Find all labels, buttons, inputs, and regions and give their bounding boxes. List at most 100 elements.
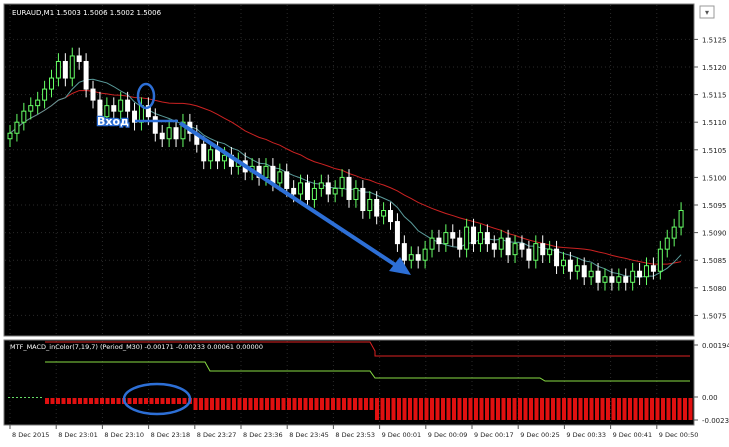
histogram-bar <box>281 398 286 410</box>
time-label: 9 Dec 00:09 <box>428 431 468 439</box>
candle-body <box>166 127 172 140</box>
candle-body <box>408 254 414 261</box>
indicator-scale-label: 0.00194 <box>702 342 729 350</box>
candle-body <box>464 226 470 250</box>
candle-body <box>304 182 310 200</box>
candle-body <box>491 243 497 250</box>
candle-body <box>35 99 41 107</box>
histogram-bar <box>215 398 220 410</box>
histogram-bar <box>490 398 495 420</box>
price-label: 1.5120 <box>702 64 727 72</box>
histogram-bar <box>56 398 60 404</box>
candle-body <box>277 171 283 184</box>
candle-body <box>118 99 124 112</box>
time-label: 8 Dec 2015 <box>12 431 49 439</box>
histogram-bar <box>529 398 533 420</box>
candle-body <box>498 237 504 250</box>
histogram-bar <box>325 398 330 410</box>
candle-body <box>42 88 48 101</box>
zero-dot <box>8 397 10 398</box>
candle-body <box>221 154 227 162</box>
candle-body <box>581 265 587 278</box>
time-label: 9 Dec 00:25 <box>520 431 560 439</box>
candle-body <box>623 276 629 283</box>
histogram-bar <box>265 398 269 410</box>
zero-dot <box>36 397 38 398</box>
histogram-bar <box>61 398 66 404</box>
histogram-bar <box>254 398 258 410</box>
histogram-bar <box>545 398 550 420</box>
histogram-bar <box>413 398 418 420</box>
histogram-bar <box>72 398 77 404</box>
histogram-bar <box>474 398 478 420</box>
histogram-bar <box>666 398 671 420</box>
histogram-bar <box>551 398 555 420</box>
histogram-bar <box>375 398 379 420</box>
histogram-bar <box>232 398 236 410</box>
candle-body <box>595 270 601 283</box>
histogram-bar <box>100 398 104 404</box>
histogram-bar <box>116 398 121 404</box>
zero-dot <box>16 397 18 398</box>
histogram-bar <box>567 398 572 420</box>
histogram-bar <box>650 398 654 420</box>
candle-body <box>567 259 573 272</box>
histogram-bar <box>67 398 71 404</box>
histogram-bar <box>639 398 643 420</box>
histogram-bar <box>507 398 511 420</box>
zero-dot <box>12 397 14 398</box>
candle-body <box>609 276 615 283</box>
time-label: 9 Dec 00:41 <box>613 431 653 439</box>
candle-body <box>76 55 82 62</box>
price-label: 1.5105 <box>702 147 727 155</box>
histogram-bar <box>364 398 368 410</box>
candle-body <box>436 237 442 245</box>
candle-body <box>415 254 421 261</box>
histogram-bar <box>309 398 313 410</box>
candle-body <box>49 77 55 90</box>
histogram-bar <box>89 398 93 404</box>
histogram-bar <box>111 398 115 404</box>
time-label: 8 Dec 23:18 <box>151 431 191 439</box>
price-label: 1.5095 <box>702 202 727 210</box>
candle-body <box>637 270 643 278</box>
candle-body <box>270 165 276 184</box>
candle-body <box>346 176 352 200</box>
histogram-bar <box>259 398 264 410</box>
histogram-bar <box>661 398 665 420</box>
histogram-bar <box>342 398 346 410</box>
histogram-bar <box>578 398 583 420</box>
histogram-bar <box>45 398 49 404</box>
indicator-scale-label: 0.00 <box>702 394 718 402</box>
candle-body <box>560 259 566 267</box>
candle-body <box>394 221 400 245</box>
candle-body <box>374 198 380 217</box>
candle-body <box>90 88 96 101</box>
candle-body <box>671 226 677 239</box>
histogram-bar <box>622 398 627 420</box>
histogram-bar <box>358 398 363 410</box>
candle-body <box>547 248 553 256</box>
candle-body <box>616 276 622 283</box>
price-label: 1.5075 <box>702 312 727 320</box>
candle-body <box>173 127 179 140</box>
time-label: 8 Dec 23:10 <box>104 431 144 439</box>
zero-dot <box>24 397 26 398</box>
candle-body <box>477 232 483 245</box>
candle-body <box>215 149 221 162</box>
histogram-bar <box>237 398 242 410</box>
histogram-bar <box>617 398 621 420</box>
histogram-bar <box>199 398 203 410</box>
histogram-bar <box>369 398 374 410</box>
zero-dot <box>28 397 30 398</box>
histogram-bar <box>672 398 676 420</box>
histogram-bar <box>347 398 352 410</box>
time-label: 9 Dec 00:50 <box>659 431 699 439</box>
histogram-bar <box>204 398 209 410</box>
histogram-bar <box>127 398 132 404</box>
candle-body <box>21 110 27 123</box>
histogram-bar <box>182 398 187 404</box>
histogram-bar <box>518 398 522 420</box>
candle-body <box>284 171 290 189</box>
candle-body <box>208 149 214 162</box>
